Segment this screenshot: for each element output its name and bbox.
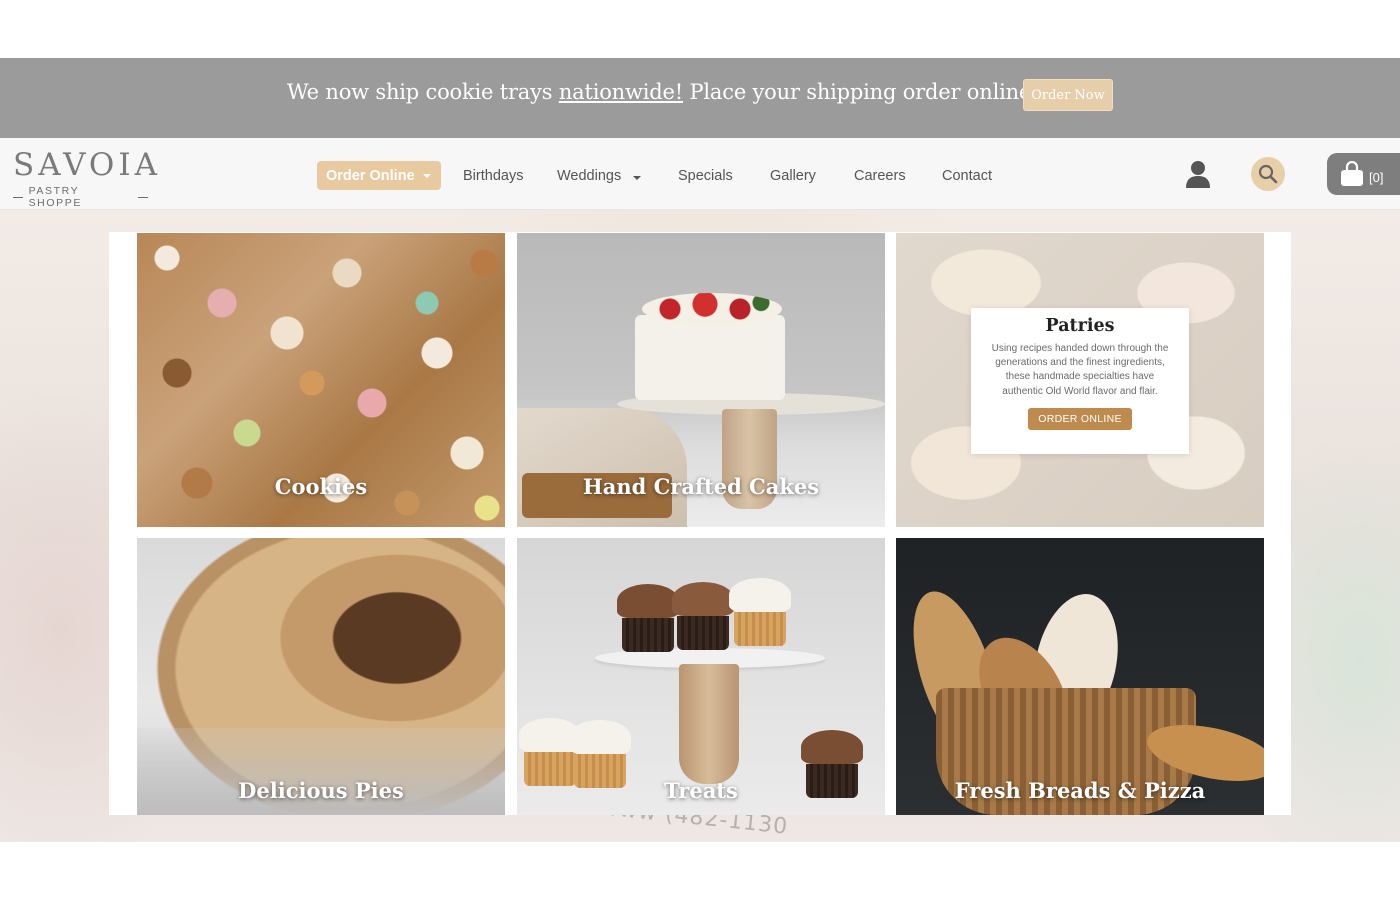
user-account-icon[interactable] — [1185, 160, 1211, 188]
category-tile-pastries[interactable]: Patries Using recipes handed down throug… — [896, 233, 1264, 527]
announcement-text-start: We now ship cookie trays — [287, 80, 559, 104]
logo-tagline-text: PASTRY SHOPPE — [28, 185, 82, 209]
nav-link-weddings[interactable]: Weddings — [557, 168, 642, 184]
chevron-down-icon — [633, 176, 642, 180]
tile-title-cakes: Hand Crafted Cakes — [582, 474, 820, 499]
order-now-button[interactable]: Order Now — [1023, 79, 1113, 111]
search-button[interactable] — [1251, 157, 1285, 191]
cart-button[interactable]: [0] — [1327, 153, 1400, 195]
cake-image — [635, 315, 785, 400]
category-tile-treats[interactable]: Treats — [517, 538, 885, 815]
tile-title-breads: Fresh Breads & Pizza — [954, 778, 1206, 803]
pastries-order-online-button[interactable]: ORDER ONLINE — [1028, 407, 1132, 430]
nav-link-contact[interactable]: Contact — [942, 168, 992, 184]
nav-link-birthdays[interactable]: Birthdays — [463, 168, 523, 184]
category-tile-breads[interactable]: Fresh Breads & Pizza — [896, 538, 1264, 815]
order-online-label: Order Online — [326, 167, 415, 184]
search-icon — [1258, 164, 1278, 184]
pastries-card-description: Using recipes handed down through the ge… — [991, 343, 1169, 397]
cupcake-image — [617, 584, 679, 652]
strawberry-topping-image — [642, 293, 782, 325]
tile-title-cookies: Cookies — [274, 474, 368, 499]
nav-link-careers[interactable]: Careers — [854, 168, 906, 184]
nav-link-gallery[interactable]: Gallery — [770, 168, 816, 184]
pastries-info-card: Patries Using recipes handed down throug… — [971, 308, 1189, 454]
category-tile-pies[interactable]: Delicious Pies — [137, 538, 505, 815]
shopping-bag-icon — [1341, 161, 1363, 186]
cupcake-image — [729, 578, 791, 646]
logo[interactable]: SAVOIA PASTRY SHOPPE — [13, 147, 161, 209]
order-online-dropdown[interactable]: Order Online — [317, 161, 441, 190]
chevron-down-icon — [422, 173, 431, 178]
nav-link-specials[interactable]: Specials — [678, 168, 733, 184]
main-nav: SAVOIA PASTRY SHOPPE Order Online Birthd… — [0, 138, 1400, 210]
cupcake-stand-image — [679, 664, 739, 784]
logo-tagline: PASTRY SHOPPE — [13, 185, 148, 209]
announcement-text: We now ship cookie trays nationwide! Pla… — [287, 80, 1099, 104]
pastries-card-title: Patries — [1045, 316, 1115, 336]
cupcake-image — [672, 582, 734, 650]
logo-wordmark: SAVOIA — [13, 147, 161, 183]
tile-title-treats: Treats — [664, 778, 738, 803]
cart-count: [0] — [1369, 169, 1384, 185]
tile-title-pies: Delicious Pies — [238, 778, 404, 803]
category-tile-cakes[interactable]: Hand Crafted Cakes — [517, 233, 885, 527]
nav-link-weddings-label: Weddings — [557, 168, 622, 184]
nationwide-link[interactable]: nationwide! — [559, 80, 683, 104]
announcement-bar: We now ship cookie trays nationwide! Pla… — [0, 58, 1400, 138]
category-tile-cookies[interactable]: Cookies — [137, 233, 505, 527]
